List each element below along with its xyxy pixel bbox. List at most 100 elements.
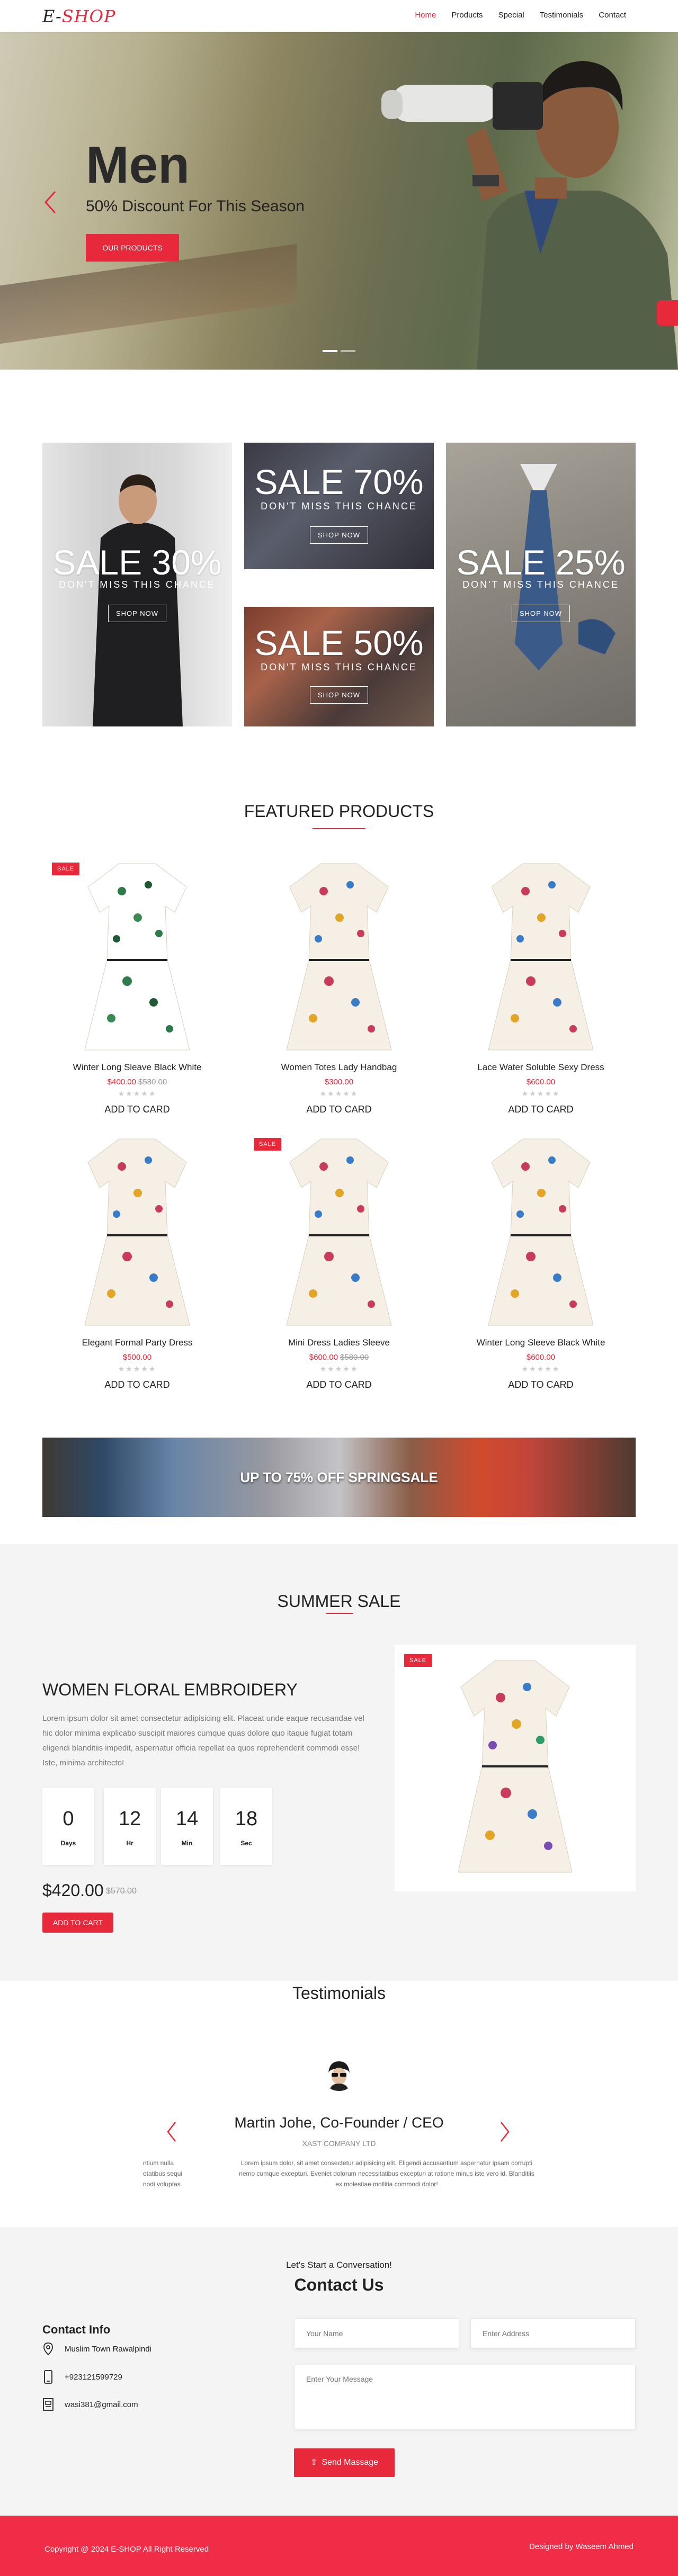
- send-message-button[interactable]: ⇧ Send Massage: [294, 2448, 395, 2477]
- send-message-label: Send Massage: [322, 2458, 379, 2467]
- summer-old-price: $570.00: [106, 1887, 137, 1896]
- promo-3-shop-now-button[interactable]: SHOP NOW: [310, 686, 368, 704]
- slider-dot-2[interactable]: [341, 350, 355, 352]
- nav-link-special[interactable]: Special: [498, 11, 524, 20]
- testimonial-next-arrow-icon[interactable]: [499, 2120, 511, 2143]
- product-name[interactable]: Women Totes Lady Handbag: [244, 1062, 434, 1073]
- summer-product-heading: WOMEN FLORAL EMBROIDERY: [42, 1680, 298, 1699]
- add-to-card-button[interactable]: ADD TO CARD: [42, 1379, 232, 1390]
- add-to-card-button[interactable]: ADD TO CARD: [244, 1104, 434, 1115]
- summer-product-card[interactable]: SALE: [395, 1645, 636, 1891]
- contact-email[interactable]: wasi381@gmail.com: [65, 2400, 138, 2409]
- banner-text: UP TO 75% OFF SPRINGSALE: [240, 1469, 438, 1485]
- testimonial-avatar: [322, 2057, 356, 2091]
- promo-3-subtitle: DON'T MISS THIS CHANCE: [261, 662, 417, 672]
- contact-phone-row: +923121599729: [42, 2370, 122, 2384]
- contact-phone[interactable]: +923121599729: [65, 2373, 122, 2382]
- contact-address-row: Muslim Town Rawalpindi: [42, 2342, 151, 2356]
- product-card[interactable]: Women Totes Lady Handbag $300.00 ★★★★★ ADD …: [244, 859, 434, 1124]
- promo-tile-sale-70[interactable]: SALE 70% DON'T MISS THIS CHANCE SHOP NOW: [244, 443, 434, 569]
- countdown-seconds: 18 Sec: [220, 1788, 272, 1865]
- message-textarea[interactable]: [294, 2365, 636, 2429]
- product-name[interactable]: Winter Long Sleave Black White: [42, 1062, 232, 1073]
- promo-tile-sale-30[interactable]: SALE 30% DON'T MISS THIS CHANCE SHOP NOW: [42, 443, 232, 726]
- add-to-card-button[interactable]: ADD TO CARD: [446, 1379, 636, 1390]
- product-name[interactable]: Lace Water Soluble Sexy Dress: [446, 1062, 636, 1073]
- email-icon: [43, 2398, 53, 2411]
- add-to-card-button[interactable]: ADD TO CARD: [244, 1379, 434, 1390]
- nav-link-home[interactable]: Home: [415, 11, 436, 20]
- promo-1-title: SALE 30%: [52, 543, 222, 582]
- testimonial-prev-arrow-icon[interactable]: [166, 2120, 177, 2143]
- product-price: $300.00: [324, 1078, 354, 1087]
- spring-sale-banner[interactable]: UP TO 75% OFF SPRINGSALE: [42, 1438, 636, 1517]
- contact-kicker: Let's Start a Conversation!: [286, 2260, 392, 2270]
- promo-1-subtitle: DON'T MISS THIS CHANCE: [59, 579, 216, 590]
- product-old-price: $580.00: [138, 1078, 167, 1087]
- countdown-minutes: 14 Min: [161, 1788, 213, 1865]
- promo-tile-sale-25[interactable]: SALE 25% DON'T MISS THIS CHANCE SHOP NOW: [446, 443, 636, 726]
- star-rating: ★★★★★: [118, 1365, 157, 1373]
- hero-prev-arrow-icon[interactable]: [41, 190, 59, 215]
- product-name[interactable]: Winter Long Sleeve Black White: [446, 1338, 636, 1348]
- promo-2-shop-now-button[interactable]: SHOP NOW: [310, 526, 368, 544]
- add-to-card-button[interactable]: ADD TO CARD: [446, 1104, 636, 1115]
- logo[interactable]: E-SHOP: [42, 6, 115, 26]
- product-prices: $600.00 $580.00: [244, 1353, 434, 1362]
- product-card[interactable]: SALE Winter Long Sleave Black White $400.0…: [42, 859, 232, 1124]
- product-dress-image: [488, 863, 594, 1051]
- hero-photographer-image: [381, 61, 678, 370]
- testimonials-title: Testimonials: [292, 1983, 386, 2003]
- promo-3-title: SALE 50%: [254, 623, 424, 662]
- add-to-card-button[interactable]: ADD TO CARD: [42, 1104, 232, 1115]
- our-products-button[interactable]: OUR PRODUCTS: [86, 234, 179, 262]
- countdown-minutes-label: Min: [181, 1839, 193, 1847]
- product-name[interactable]: Mini Dress Ladies Sleeve: [244, 1338, 434, 1348]
- footer: Copyright @ 2024 E-SHOP All Right Reserv…: [0, 2516, 678, 2576]
- add-to-cart-button[interactable]: ADD TO CART: [42, 1913, 113, 1933]
- product-dress-image: [286, 1138, 392, 1326]
- star-rating: ★★★★★: [118, 1089, 157, 1098]
- previous-testimonial-text: ntium nulla otatibus sequi nodi voluptas: [143, 2159, 183, 2188]
- countdown-seconds-label: Sec: [240, 1839, 252, 1847]
- product-name[interactable]: Elegant Formal Party Dress: [42, 1338, 232, 1348]
- product-dress-image: [488, 1138, 594, 1326]
- contact-info-title: Contact Info: [42, 2323, 111, 2336]
- phone-icon: [44, 2370, 52, 2384]
- summer-product-description: Lorem ipsum dolor sit amet consectetur a…: [42, 1714, 364, 1767]
- nav-link-testimonials[interactable]: Testimonials: [540, 11, 584, 20]
- star-rating: ★★★★★: [319, 1089, 359, 1098]
- promo-4-shop-now-button[interactable]: SHOP NOW: [512, 605, 570, 622]
- countdown-minutes-value: 14: [175, 1808, 199, 1830]
- nav-link-contact[interactable]: Contact: [599, 11, 626, 20]
- product-price: $500.00: [122, 1353, 152, 1362]
- testimonial-quote: Lorem ipsum dolor, sit amet consectetur …: [239, 2159, 534, 2188]
- promo-1-shop-now-button[interactable]: SHOP NOW: [108, 605, 166, 622]
- product-card[interactable]: SALE Mini Dress Ladies Sleeve $600.00 $580.…: [244, 1135, 434, 1399]
- countdown-hours-value: 12: [118, 1808, 141, 1830]
- sale-badge: SALE: [52, 863, 80, 875]
- scroll-top-button[interactable]: [657, 300, 678, 326]
- hero-subtitle: 50% Discount For This Season: [86, 198, 305, 215]
- product-card[interactable]: Elegant Formal Party Dress $500.00 ★★★★★ AD…: [42, 1135, 232, 1399]
- summer-dress-image: [458, 1660, 573, 1873]
- product-card[interactable]: Lace Water Soluble Sexy Dress $600.00 ★★★★…: [446, 859, 636, 1124]
- slider-dot-1[interactable]: [323, 350, 337, 352]
- star-rating: ★★★★★: [319, 1365, 359, 1373]
- product-prices: $400.00 $580.00: [42, 1078, 232, 1087]
- countdown-days-value: 0: [63, 1808, 74, 1830]
- top-navbar: E-SHOP Home Products Special Testimonial…: [0, 0, 678, 32]
- testimonial-company: XAST COMPANY LTD: [302, 2139, 376, 2148]
- product-card[interactable]: Winter Long Sleeve Black White $600.00 ★★★…: [446, 1135, 636, 1399]
- location-pin-icon: [43, 2342, 53, 2356]
- nav-link-products[interactable]: Products: [451, 11, 483, 20]
- product-price: $600.00: [526, 1353, 556, 1362]
- avatar-image: [322, 2057, 356, 2091]
- summer-sale-badge: SALE: [404, 1654, 432, 1667]
- contact-title: Contact Us: [294, 2275, 384, 2294]
- name-input[interactable]: [294, 2318, 459, 2349]
- summer-price: $420.00: [42, 1881, 104, 1900]
- address-input[interactable]: [470, 2318, 636, 2349]
- nav-links: Home Products Special Testimonials Conta…: [399, 11, 626, 20]
- promo-tile-sale-50[interactable]: SALE 50% DON'T MISS THIS CHANCE SHOP NOW: [244, 607, 434, 726]
